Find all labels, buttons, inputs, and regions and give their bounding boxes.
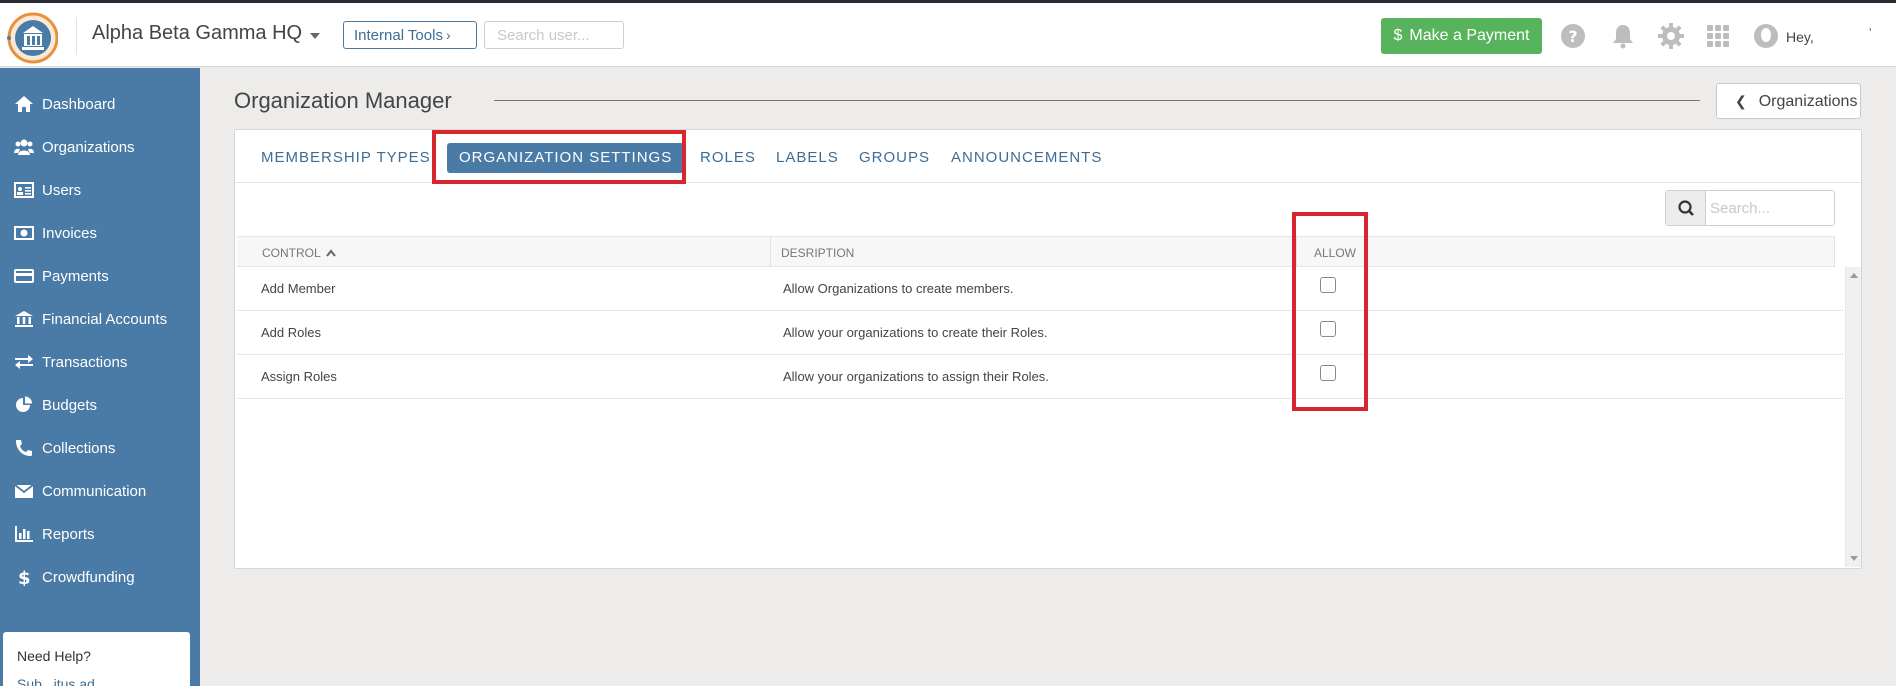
id-card-icon: [14, 182, 34, 198]
organization-logo-icon[interactable]: [4, 11, 58, 65]
row-control: Add Member: [261, 281, 336, 296]
sidebar-item-budgets[interactable]: Budgets: [0, 385, 200, 425]
sidebar-item-label: Invoices: [42, 224, 98, 242]
back-to-organizations-button[interactable]: ❮ Organizations: [1716, 83, 1861, 119]
table-row: Add Roles Allow your organizations to cr…: [237, 311, 1843, 355]
column-header-description[interactable]: DESRIPTION: [781, 246, 854, 260]
sort-ascending-icon: [325, 249, 336, 257]
row-description: Allow Organizations to create members.: [783, 281, 1014, 296]
envelope-icon: [14, 484, 34, 498]
table-scrollbar[interactable]: [1845, 267, 1861, 567]
users-icon: [14, 139, 34, 155]
back-button-label: Organizations: [1758, 93, 1858, 110]
sidebar-item-label: Communication: [42, 482, 147, 500]
tab-membership-types[interactable]: MEMBERSHIP TYPES: [261, 149, 431, 166]
sidebar-item-crowdfunding[interactable]: $ Crowdfunding: [0, 557, 200, 597]
sidebar-item-label: Dashboard: [42, 95, 116, 113]
sidebar-item-users[interactable]: Users: [0, 170, 200, 210]
table-row: Add Member Allow Organizations to create…: [237, 267, 1843, 311]
table-search: [1665, 190, 1835, 226]
tab-groups[interactable]: GROUPS: [859, 149, 930, 166]
dollar-icon: $: [1393, 27, 1403, 44]
row-control: Assign Roles: [261, 369, 337, 384]
sidebar-item-reports[interactable]: Reports: [0, 514, 200, 554]
sidebar-item-collections[interactable]: Collections: [0, 428, 200, 468]
bell-icon[interactable]: [1609, 22, 1637, 50]
scroll-up-arrow-icon[interactable]: [1850, 273, 1858, 278]
chevron-left-icon: ❮: [1735, 93, 1747, 109]
sidebar: Dashboard Organizations Users Invoices P…: [0, 68, 200, 686]
sidebar-item-dashboard[interactable]: Dashboard: [0, 84, 200, 124]
sidebar-item-financial-accounts[interactable]: Financial Accounts: [0, 299, 200, 339]
gear-icon[interactable]: [1657, 22, 1685, 50]
sidebar-item-label: Budgets: [42, 396, 98, 414]
row-description: Allow your organizations to assign their…: [783, 369, 1049, 384]
page-title: Organization Manager: [234, 88, 452, 113]
help-panel: Need Help? Sub...itus ad...: [3, 632, 190, 686]
sidebar-item-label: Users: [42, 181, 82, 199]
organization-caret-icon[interactable]: [310, 33, 320, 39]
highlight-box-allow-column: [1292, 212, 1368, 411]
chevron-right-icon: ›: [445, 27, 451, 43]
settings-panel: MEMBERSHIP TYPES ORGANIZATION SETTINGS R…: [234, 129, 1862, 569]
internal-tools-label: Internal Tools: [354, 27, 443, 44]
sidebar-item-invoices[interactable]: Invoices: [0, 213, 200, 253]
make-payment-label: Make a Payment: [1409, 27, 1530, 44]
svg-text:$: $: [18, 568, 31, 586]
column-header-label: CONTROL: [262, 246, 321, 260]
sidebar-item-label: Financial Accounts: [42, 310, 168, 328]
bank-icon: [15, 311, 33, 327]
make-payment-button[interactable]: $ Make a Payment: [1381, 18, 1542, 54]
phone-icon: [16, 440, 32, 456]
search-button[interactable]: [1666, 191, 1706, 225]
sidebar-item-transactions[interactable]: Transactions: [0, 342, 200, 382]
sidebar-item-label: Crowdfunding: [42, 568, 135, 586]
title-divider: [494, 100, 1700, 101]
header-divider: [76, 17, 77, 55]
help-link[interactable]: Sub...itus ad...: [17, 676, 107, 686]
table-header: CONTROL DESRIPTION ALLOW: [237, 236, 1835, 267]
apps-grid-icon[interactable]: [1704, 22, 1732, 50]
money-icon: [14, 226, 34, 240]
help-title: Need Help?: [17, 648, 91, 664]
column-separator[interactable]: [770, 237, 771, 267]
tab-labels[interactable]: LABELS: [776, 149, 839, 166]
tab-announcements[interactable]: ANNOUNCEMENTS: [951, 149, 1102, 166]
sidebar-item-communication[interactable]: Communication: [0, 471, 200, 511]
sidebar-item-label: Organizations: [42, 138, 135, 156]
svg-text:?: ?: [1568, 27, 1577, 46]
tab-roles[interactable]: ROLES: [700, 149, 756, 166]
user-greeting[interactable]: Hey,: [1786, 29, 1814, 45]
sidebar-item-label: Collections: [42, 439, 116, 457]
row-description: Allow your organizations to create their…: [783, 325, 1048, 340]
pie-chart-icon: [16, 396, 32, 412]
column-header-control[interactable]: CONTROL: [262, 246, 336, 260]
internal-tools-button[interactable]: Internal Tools ›: [343, 21, 477, 49]
sidebar-item-label: Reports: [42, 525, 95, 543]
credit-card-icon: [14, 269, 34, 283]
help-icon[interactable]: ?: [1559, 22, 1587, 50]
top-header: Alpha Beta Gamma HQ Internal Tools› $ Mak…: [0, 3, 1896, 67]
home-icon: [15, 96, 33, 112]
exchange-icon: [15, 355, 33, 369]
sidebar-item-organizations[interactable]: Organizations: [0, 127, 200, 167]
sidebar-item-payments[interactable]: Payments: [0, 256, 200, 296]
column-separator: [1834, 237, 1835, 267]
header-trailing-mark: ʼ: [1869, 26, 1872, 40]
sidebar-item-label: Transactions: [42, 353, 128, 371]
user-avatar-icon[interactable]: [1752, 22, 1780, 50]
dollar-icon: $: [18, 568, 31, 586]
table-search-input[interactable]: [1710, 197, 1828, 219]
organization-name[interactable]: Alpha Beta Gamma HQ: [92, 22, 302, 45]
bar-chart-icon: [15, 526, 33, 542]
sidebar-item-label: Payments: [42, 267, 109, 285]
highlight-box-organization-settings: [432, 130, 686, 184]
row-control: Add Roles: [261, 325, 321, 340]
search-user-input[interactable]: [484, 21, 624, 49]
table-row: Assign Roles Allow your organizations to…: [237, 355, 1843, 399]
search-icon: [1678, 200, 1694, 216]
scroll-down-arrow-icon[interactable]: [1850, 556, 1858, 561]
